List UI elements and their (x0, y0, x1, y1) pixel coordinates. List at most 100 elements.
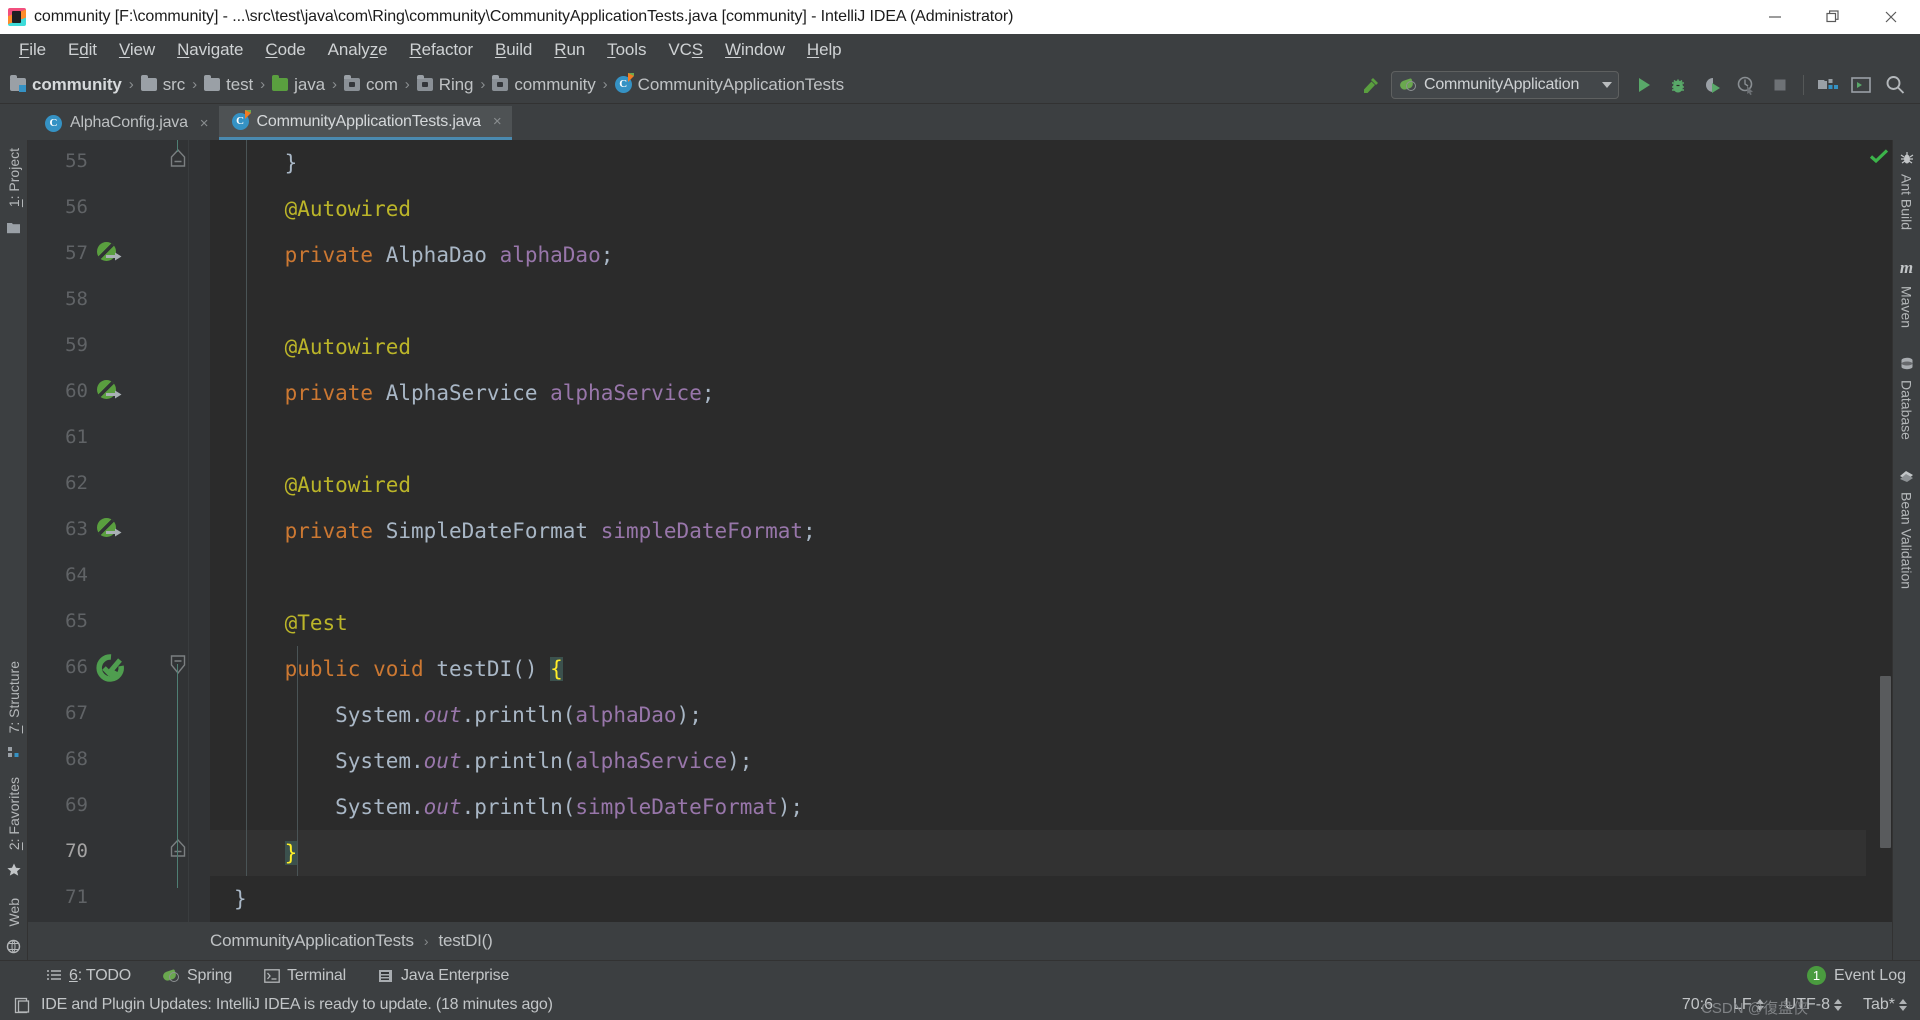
menu-edit[interactable]: Edit (57, 37, 108, 63)
tab-communityapplicationtests[interactable]: C CommunityApplicationTests.java × (218, 106, 512, 140)
breadcrumb-item-ring[interactable]: Ring (416, 75, 473, 95)
breadcrumb-item-java[interactable]: java (272, 75, 325, 95)
gutter-line-60[interactable]: 60 (28, 370, 210, 416)
terminal-button[interactable] (1844, 69, 1878, 101)
event-log-label[interactable]: Event Log (1834, 967, 1906, 985)
breadcrumb-item-test[interactable]: test (204, 75, 253, 95)
profiler-button[interactable] (1729, 69, 1763, 101)
gutter-line-57[interactable]: 57 (28, 232, 210, 278)
gutter-line-66[interactable]: 66 (28, 646, 210, 692)
breadcrumb-method[interactable]: testDI() (438, 931, 492, 951)
code-line-66[interactable]: public void testDI() { (210, 646, 1866, 692)
menu-code[interactable]: Code (254, 37, 316, 63)
code-line-57[interactable]: private AlphaDao alphaDao; (210, 232, 1866, 278)
fold-start-icon[interactable] (168, 652, 188, 678)
code-line-56[interactable]: @Autowired (210, 186, 1866, 232)
sidebar-item-favorites[interactable]: 2: Favorites (6, 769, 22, 858)
tab-close-icon[interactable]: × (200, 115, 209, 132)
gutter-line-59[interactable]: 59 (28, 324, 210, 370)
menu-build[interactable]: Build (484, 37, 543, 63)
sidebar-item-structure[interactable]: 7: Structure (6, 653, 22, 741)
code-line-61[interactable] (210, 416, 1866, 462)
sidebar-item-project[interactable]: 1: Project (6, 140, 22, 215)
code-pane[interactable]: } @Autowired private AlphaDao alphaDao; … (210, 140, 1866, 922)
gutter-line-58[interactable]: 58 (28, 278, 210, 324)
breadcrumb-item-community-project[interactable]: community (10, 75, 122, 95)
tab-alphaconfig[interactable]: C AlphaConfig.java × (32, 106, 219, 140)
menu-view[interactable]: View (108, 37, 166, 63)
menu-tools[interactable]: Tools (596, 37, 657, 63)
menu-analyze[interactable]: Analyze (317, 37, 399, 63)
code-line-62[interactable]: @Autowired (210, 462, 1866, 508)
status-message-area[interactable]: IDE and Plugin Updates: IntelliJ IDEA is… (14, 996, 553, 1014)
gutter-line-65[interactable]: 65 (28, 600, 210, 646)
gutter-line-63[interactable]: 63 (28, 508, 210, 554)
gutter-line-68[interactable]: 68 (28, 738, 210, 784)
gutter-line-69[interactable]: 69 (28, 784, 210, 830)
run-configuration-selector[interactable]: CommunityApplication (1391, 70, 1619, 99)
gutter-line-61[interactable]: 61 (28, 416, 210, 462)
sidebar-item-bean-validation[interactable]: Bean Validation (1899, 484, 1915, 597)
sidebar-item-database[interactable]: Database (1899, 372, 1915, 448)
code-line-70[interactable]: } (210, 830, 1866, 876)
breadcrumb-item-community-package[interactable]: community (492, 75, 596, 95)
code-editor[interactable]: 55 56 57 58 59 60 61 62 63 64 65 66 67 68 69 70 71 } @Au… (28, 140, 1892, 922)
run-button[interactable] (1627, 69, 1661, 101)
minimize-button[interactable] (1746, 0, 1804, 34)
code-line-59[interactable]: @Autowired (210, 324, 1866, 370)
menu-navigate[interactable]: Navigate (166, 37, 254, 63)
breadcrumb-item-com[interactable]: com (343, 75, 398, 95)
code-line-67[interactable]: System.out.println(alphaDao); (210, 692, 1866, 738)
gutter-line-71[interactable]: 71 (28, 876, 210, 922)
gutter-line-67[interactable]: 67 (28, 692, 210, 738)
code-line-69[interactable]: System.out.println(simpleDateFormat); (210, 784, 1866, 830)
toolwindow-todo[interactable]: 6: TODO (46, 967, 131, 985)
build-project-button[interactable] (1353, 70, 1387, 100)
run-test-icon[interactable] (96, 654, 126, 688)
sidebar-item-maven[interactable]: Maven (1899, 278, 1915, 336)
gutter-line-56[interactable]: 56 (28, 186, 210, 232)
error-stripe[interactable] (1866, 140, 1892, 922)
indent-indicator[interactable]: Tab* (1863, 996, 1908, 1014)
event-log-area[interactable]: 1 Event Log (1806, 966, 1920, 985)
code-line-63[interactable]: private SimpleDateFormat simpleDateForma… (210, 508, 1866, 554)
menu-refactor[interactable]: Refactor (398, 37, 483, 63)
toolwindow-terminal[interactable]: Terminal (264, 967, 346, 985)
gutter-line-55[interactable]: 55 (28, 140, 210, 186)
restore-button[interactable] (1804, 0, 1862, 34)
search-everywhere-button[interactable] (1878, 69, 1912, 101)
project-structure-button[interactable] (1810, 69, 1844, 101)
fold-end-icon[interactable] (168, 836, 188, 860)
gutter-line-62[interactable]: 62 (28, 462, 210, 508)
run-with-coverage-button[interactable] (1695, 69, 1729, 101)
code-line-60[interactable]: private AlphaService alphaService; (210, 370, 1866, 416)
stop-button[interactable] (1763, 69, 1797, 101)
sidebar-item-ant-build[interactable]: Ant Build (1899, 166, 1915, 238)
code-line-71[interactable]: } (210, 876, 1866, 922)
toolwindow-java-enterprise[interactable]: Java Enterprise (378, 967, 509, 985)
tab-close-icon[interactable]: × (493, 113, 502, 130)
menu-vcs[interactable]: VCS (657, 37, 714, 63)
editor-gutter[interactable]: 55 56 57 58 59 60 61 62 63 64 65 66 67 68 69 70 71 (28, 140, 210, 922)
code-line-65[interactable]: @Test (210, 600, 1866, 646)
gutter-line-70[interactable]: 70 (28, 830, 210, 876)
menu-run[interactable]: Run (543, 37, 596, 63)
editor-scrollbar-thumb[interactable] (1880, 676, 1891, 848)
breadcrumb-item-src[interactable]: src (140, 75, 185, 95)
toolwindow-spring[interactable]: Spring (163, 967, 232, 985)
breadcrumb-class[interactable]: CommunityApplicationTests (210, 931, 414, 951)
debug-button[interactable] (1661, 69, 1695, 101)
menu-file[interactable]: File (8, 37, 57, 63)
gutter-line-64[interactable]: 64 (28, 554, 210, 600)
menu-help[interactable]: Help (796, 37, 853, 63)
code-line-68[interactable]: System.out.println(alphaService); (210, 738, 1866, 784)
todo-icon (47, 969, 61, 980)
fold-end-icon[interactable] (168, 146, 188, 170)
menu-window[interactable]: Window (714, 37, 796, 63)
code-line-64[interactable] (210, 554, 1866, 600)
sidebar-item-web[interactable]: Web (6, 890, 22, 935)
code-line-55[interactable]: } (210, 140, 1866, 186)
code-line-58[interactable] (210, 278, 1866, 324)
close-button[interactable] (1862, 0, 1920, 34)
breadcrumb-item-community-application-tests[interactable]: C CommunityApplicationTests (614, 73, 844, 95)
